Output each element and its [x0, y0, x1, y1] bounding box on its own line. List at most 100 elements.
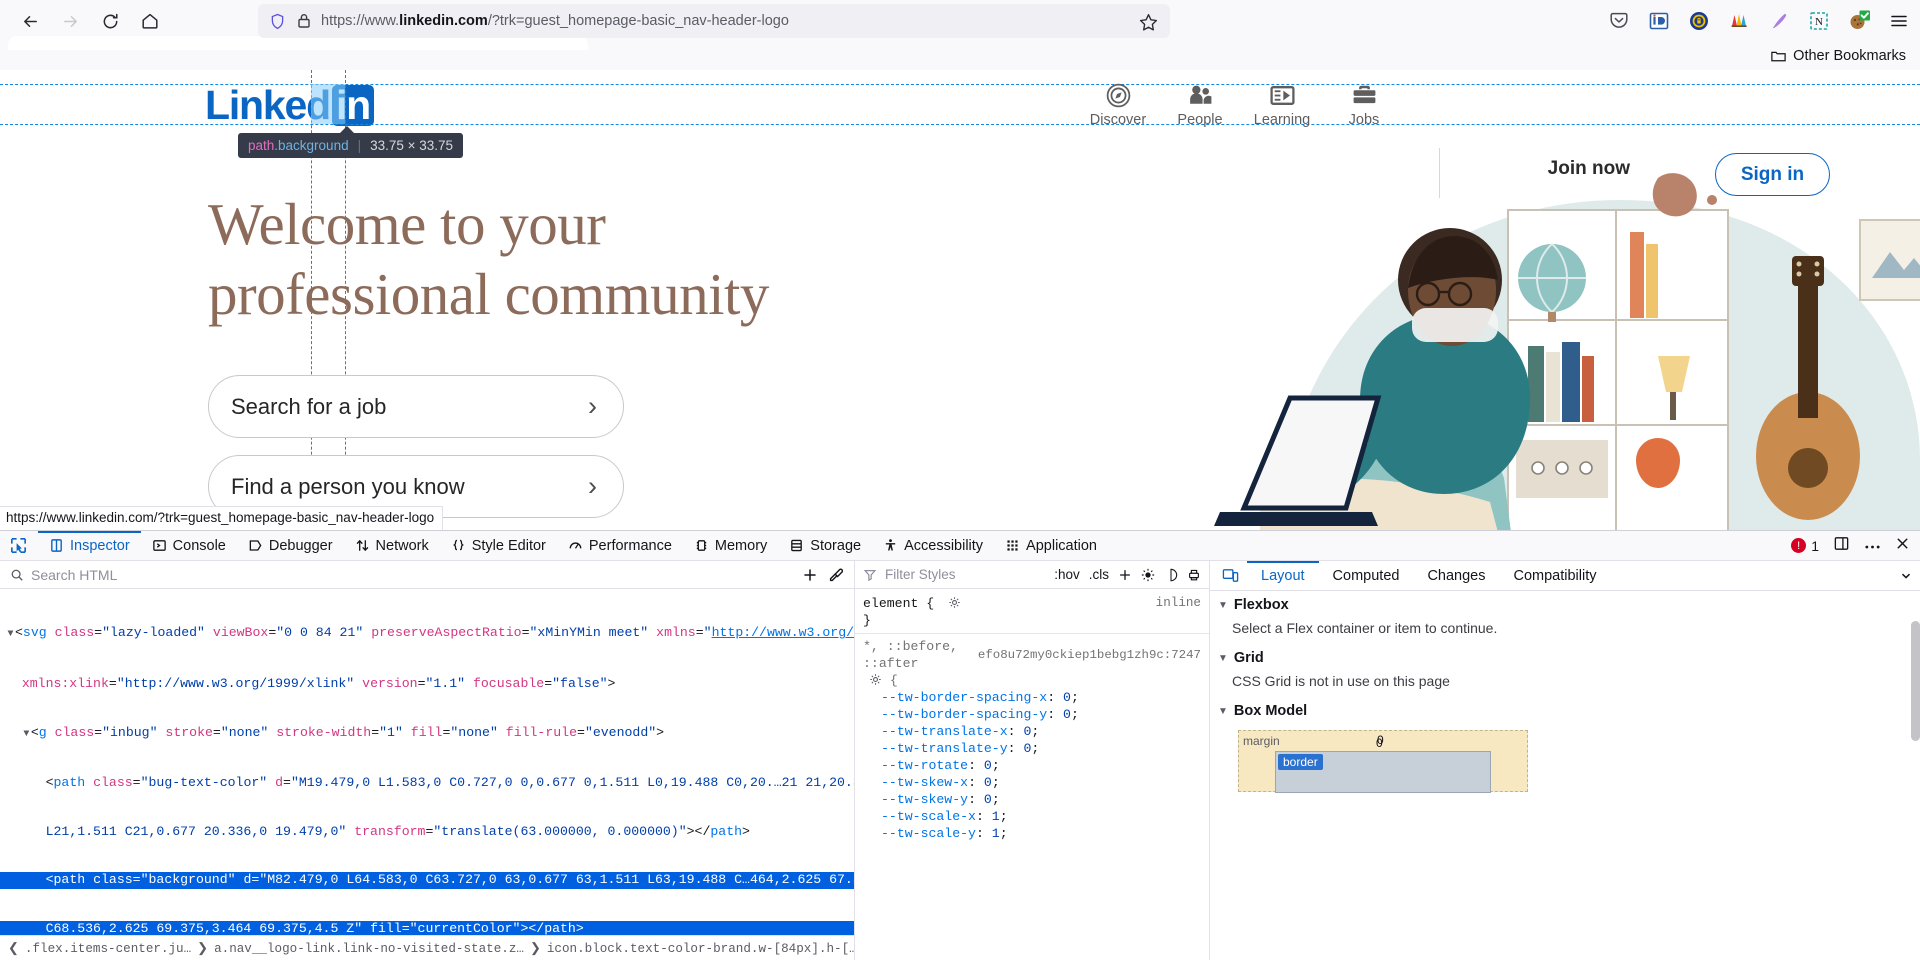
declaration-value[interactable]: 0	[984, 775, 992, 790]
tab-style-editor[interactable]: Style Editor	[440, 531, 557, 561]
declaration-prop[interactable]: --tw-scale-x	[881, 809, 976, 824]
markup-line[interactable]: L21,1.511 C21,0.677 20.336,0 19.479,0" t…	[0, 824, 854, 840]
declaration-value[interactable]: 0	[1063, 690, 1071, 705]
tab-memory[interactable]: Memory	[683, 531, 778, 561]
rule-source[interactable]: inline	[1156, 595, 1201, 612]
join-now-button[interactable]: Join now	[1548, 158, 1630, 180]
markup-line-selected[interactable]: C68.536,2.625 69.375,3.464 69.375,4.5 Z"…	[0, 921, 854, 935]
tab-layout[interactable]: Layout	[1247, 561, 1319, 591]
markup-tree[interactable]: ▼ <svg class="lazy-loaded" viewBox="0 0 8…	[0, 589, 854, 935]
rules-list[interactable]: element { inline } *, ::before, ::after …	[855, 589, 1209, 960]
rule-gear-icon[interactable]	[948, 596, 961, 609]
pseudo-class-toggle[interactable]: :hov	[1054, 567, 1080, 582]
breadcrumb-scroll-left[interactable]: ❮	[4, 941, 23, 956]
declaration-value[interactable]: 1	[992, 809, 1000, 824]
chevron-down-icon[interactable]	[1900, 570, 1912, 582]
error-count-badge[interactable]: ! 1	[1791, 538, 1819, 554]
tab-changes[interactable]: Changes	[1413, 561, 1499, 591]
colorzilla-icon[interactable]	[1726, 8, 1752, 34]
rule-selector[interactable]: *, ::before, ::after	[863, 638, 978, 672]
forward-button[interactable]	[50, 4, 90, 38]
declaration-prop[interactable]: --tw-skew-y	[881, 792, 968, 807]
declaration-prop[interactable]: --tw-translate-y	[881, 741, 1008, 756]
rule-gear-icon[interactable]	[869, 673, 882, 686]
tab-network[interactable]: Network	[344, 531, 440, 561]
light-scheme-icon[interactable]	[1141, 568, 1155, 582]
rule-universal[interactable]: *, ::before, ::after efo8u72my0ckiep1beb…	[855, 637, 1209, 843]
bitwarden-id-icon[interactable]	[1646, 8, 1672, 34]
stylus-icon[interactable]	[1766, 8, 1792, 34]
home-button[interactable]	[130, 4, 170, 38]
rule-selector[interactable]: element {	[863, 596, 934, 611]
back-button[interactable]	[10, 4, 50, 38]
nav-item-discover[interactable]: Discover	[1077, 82, 1159, 128]
app-menu-button[interactable]	[1886, 8, 1912, 34]
declaration-value[interactable]: 0	[984, 758, 992, 773]
rule-element[interactable]: element { inline }	[855, 594, 1209, 630]
tab-accessibility[interactable]: Accessibility	[872, 531, 994, 561]
padlock-icon[interactable]	[296, 12, 312, 30]
section-header-box-model[interactable]: ▼ Box Model	[1210, 697, 1920, 724]
tab-performance[interactable]: Performance	[557, 531, 683, 561]
declaration-prop[interactable]: --tw-border-spacing-x	[881, 690, 1047, 705]
url-bar[interactable]: https://www.linkedin.com/?trk=guest_home…	[258, 4, 1170, 38]
section-header-flexbox[interactable]: ▼ Flexbox	[1210, 591, 1920, 618]
add-node-icon[interactable]	[802, 567, 818, 583]
other-bookmarks-label[interactable]: Other Bookmarks	[1793, 48, 1906, 64]
cta-search-for-a-job[interactable]: Search for a job ›	[208, 375, 624, 438]
declaration-value[interactable]: 0	[1063, 707, 1071, 722]
tab-inspector[interactable]: Inspector	[38, 531, 141, 561]
element-picker-button[interactable]	[4, 533, 32, 559]
declaration-value[interactable]: 1	[992, 826, 1000, 841]
dark-scheme-icon[interactable]	[1164, 568, 1178, 582]
declaration-prop[interactable]: --tw-border-spacing-y	[881, 707, 1047, 722]
nav-item-learning[interactable]: Learning	[1241, 82, 1323, 128]
declaration-value[interactable]: 0	[984, 792, 992, 807]
class-toggle[interactable]: .cls	[1089, 567, 1109, 582]
box-model-margin[interactable]: margin 0 border 0	[1238, 730, 1528, 793]
markup-line[interactable]: ▼ <g class="inbug" stroke="none" stroke-w…	[0, 725, 854, 743]
pocket-icon[interactable]	[1606, 8, 1632, 34]
rule-source[interactable]: efo8u72my0ckiep1bebg1zh9c:7247	[978, 647, 1201, 664]
tab-storage[interactable]: Storage	[778, 531, 872, 561]
url-text[interactable]: https://www.linkedin.com/?trk=guest_home…	[321, 13, 789, 29]
breadcrumb-item[interactable]: a.nav__logo-link.link-no-visited-state.z…	[212, 942, 526, 956]
sign-in-button[interactable]: Sign in	[1715, 153, 1830, 196]
reload-button[interactable]	[90, 4, 130, 38]
eyedropper-icon[interactable]	[828, 567, 844, 583]
responsive-design-button[interactable]	[1214, 567, 1247, 584]
breadcrumb-item[interactable]: .flex.items-center.ju…	[23, 942, 193, 956]
devtools-options-button[interactable]	[1864, 537, 1881, 555]
box-model-border-top[interactable]: 0	[1376, 736, 1383, 750]
declaration-prop[interactable]: --tw-skew-x	[881, 775, 968, 790]
notion-clipper-icon[interactable]: N	[1806, 8, 1832, 34]
shield-icon[interactable]	[268, 12, 287, 31]
cookie-autodelete-icon[interactable]	[1846, 8, 1872, 34]
markup-line-selected[interactable]: <path class="background" d="M82.479,0 L6…	[0, 872, 854, 889]
declaration-prop[interactable]: --tw-translate-x	[881, 724, 1008, 739]
markup-search-placeholder[interactable]: Search HTML	[31, 567, 117, 583]
tab-console[interactable]: Console	[141, 531, 237, 561]
box-model-diagram[interactable]: margin 0 border 0	[1210, 724, 1920, 793]
bookmark-star-button[interactable]	[1138, 12, 1160, 34]
markup-line[interactable]: ▼ <svg class="lazy-loaded" viewBox="0 0 8…	[0, 625, 854, 643]
split-console-button[interactable]	[1833, 535, 1850, 557]
add-rule-icon[interactable]	[1118, 568, 1132, 582]
breadcrumb[interactable]: ❮ .flex.items-center.ju… ❯ a.nav__logo-l…	[0, 935, 854, 960]
linkedin-logo[interactable]: Linked in	[205, 85, 374, 126]
box-model-border[interactable]: border 0	[1275, 736, 1491, 793]
devtools-close-button[interactable]	[1895, 536, 1910, 556]
privacy-badger-icon[interactable]	[1686, 8, 1712, 34]
nav-item-jobs[interactable]: Jobs	[1323, 82, 1405, 128]
declaration-prop[interactable]: --tw-scale-y	[881, 826, 976, 841]
breadcrumb-item[interactable]: icon.block.text-color-brand.w-[84px].h-[…	[545, 942, 854, 956]
tab-compatibility[interactable]: Compatibility	[1500, 561, 1611, 591]
markup-line[interactable]: <path class="bug-text-color" d="M19.479,…	[0, 775, 854, 791]
declaration-prop[interactable]: --tw-rotate	[881, 758, 968, 773]
nav-item-people[interactable]: People	[1159, 82, 1241, 128]
section-header-grid[interactable]: ▼ Grid	[1210, 644, 1920, 671]
print-media-icon[interactable]	[1187, 568, 1201, 582]
markup-line[interactable]: xmlns:xlink="http://www.w3.org/1999/xlin…	[0, 676, 854, 692]
layout-scrollbar[interactable]	[1911, 621, 1920, 741]
tab-application[interactable]: Application	[994, 531, 1108, 561]
